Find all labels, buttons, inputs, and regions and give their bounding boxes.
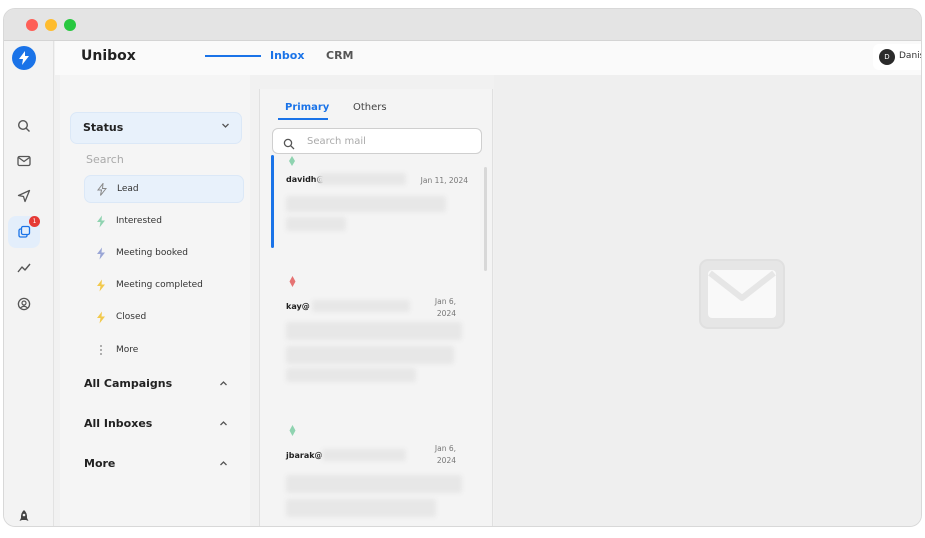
status-label: Closed: [116, 312, 147, 322]
mail-sender: kay@: [286, 302, 310, 311]
mail-preview-pane: [494, 75, 921, 526]
status-label: Meeting booked: [116, 248, 189, 258]
mail-date-line: Jan 6,: [434, 297, 456, 306]
status-item-closed[interactable]: Closed: [84, 304, 244, 332]
user-menu[interactable]: D Danis: [873, 44, 922, 70]
mail-date: Jan 6, 2024: [420, 296, 456, 320]
chevron-down-icon: [221, 121, 230, 133]
redacted-preview: [286, 322, 462, 340]
redacted-preview: [286, 475, 462, 493]
more-vertical-icon: [94, 343, 108, 357]
redacted-preview: [286, 196, 446, 212]
status-filter-toggle[interactable]: Status: [70, 112, 242, 144]
status-label: Lead: [117, 184, 139, 194]
account-icon[interactable]: [13, 293, 35, 315]
redacted-preview: [286, 346, 454, 364]
bolt-icon: [94, 246, 108, 260]
active-subtab-indicator: [278, 118, 328, 120]
mail-item[interactable]: davidh@ Jan 11, 2024: [272, 151, 478, 251]
bolt-icon: [287, 421, 298, 440]
bolt-icon: [287, 151, 297, 170]
app-window: 1 Unibox Inbox CRM D Danis Status Search: [3, 8, 922, 527]
filter-panel: Status Search Lead Interested Meeting bo…: [60, 75, 250, 526]
unibox-icon[interactable]: 1: [8, 216, 40, 248]
top-bar: Unibox Inbox CRM D Danis: [55, 41, 922, 75]
avatar: D: [879, 49, 895, 65]
mail-list-scrollbar[interactable]: [484, 167, 487, 271]
notification-badge: 1: [29, 216, 40, 227]
maximize-window-button[interactable]: [64, 19, 76, 31]
status-item-more[interactable]: More: [84, 337, 244, 365]
send-icon[interactable]: [13, 185, 35, 207]
mail-date-line: 2024: [436, 456, 456, 465]
redacted-preview: [286, 368, 416, 382]
mail-date-line: Jan 6,: [434, 444, 456, 453]
search-icon[interactable]: [13, 115, 35, 137]
redacted-email: [322, 449, 406, 461]
window-titlebar: [4, 9, 921, 41]
analytics-icon[interactable]: [13, 257, 35, 279]
mail-sender: jbarak@: [286, 451, 323, 460]
mail-search-input[interactable]: [307, 133, 472, 150]
chevron-up-icon[interactable]: [219, 419, 228, 431]
status-search-input[interactable]: Search: [86, 153, 124, 166]
status-item-meeting-booked[interactable]: Meeting booked: [84, 240, 244, 268]
redacted-preview: [286, 499, 436, 517]
bolt-outline-icon: [95, 182, 109, 196]
group-all-campaigns[interactable]: All Campaigns: [84, 377, 172, 390]
active-tab-indicator: [205, 55, 261, 57]
app-title: Unibox: [81, 48, 136, 64]
status-label: Meeting completed: [116, 280, 203, 290]
bolt-icon: [94, 278, 108, 292]
mail-item[interactable]: kay@ Jan 6, 2024: [272, 272, 478, 402]
mail-list-panel: Primary Others davidh@ Jan 11, 2024: [259, 89, 493, 526]
rocket-icon[interactable]: [13, 505, 35, 526]
mail-item[interactable]: jbarak@ Jan 6, 2024: [272, 421, 478, 526]
status-label: More: [116, 345, 139, 355]
mail-date: Jan 6, 2024: [420, 443, 456, 467]
close-window-button[interactable]: [26, 19, 38, 31]
status-title: Status: [83, 121, 124, 134]
bolt-icon: [94, 214, 108, 228]
mail-icon: [698, 258, 786, 334]
mail-icon[interactable]: [13, 150, 35, 172]
group-all-inboxes[interactable]: All Inboxes: [84, 417, 152, 430]
redacted-email: [312, 300, 410, 312]
mail-date: Jan 11, 2024: [420, 176, 468, 185]
status-item-meeting-completed[interactable]: Meeting completed: [84, 272, 244, 300]
chevron-up-icon[interactable]: [219, 459, 228, 471]
minimize-window-button[interactable]: [45, 19, 57, 31]
app-logo-icon[interactable]: [12, 46, 36, 70]
nav-rail: 1: [4, 41, 54, 526]
tab-crm[interactable]: CRM: [326, 49, 354, 62]
bolt-icon: [94, 310, 108, 324]
status-item-lead[interactable]: Lead: [84, 175, 244, 203]
group-more[interactable]: More: [84, 457, 115, 470]
bolt-icon: [287, 272, 298, 291]
subtab-primary[interactable]: Primary: [285, 102, 329, 113]
user-name: Danis: [899, 51, 922, 61]
status-item-interested[interactable]: Interested: [84, 208, 244, 236]
subtab-others[interactable]: Others: [353, 102, 387, 113]
status-label: Interested: [116, 216, 162, 226]
redacted-email: [318, 173, 406, 185]
mail-date-line: 2024: [436, 309, 456, 318]
chevron-up-icon[interactable]: [219, 379, 228, 391]
tab-inbox[interactable]: Inbox: [270, 49, 304, 62]
redacted-preview: [286, 217, 346, 231]
